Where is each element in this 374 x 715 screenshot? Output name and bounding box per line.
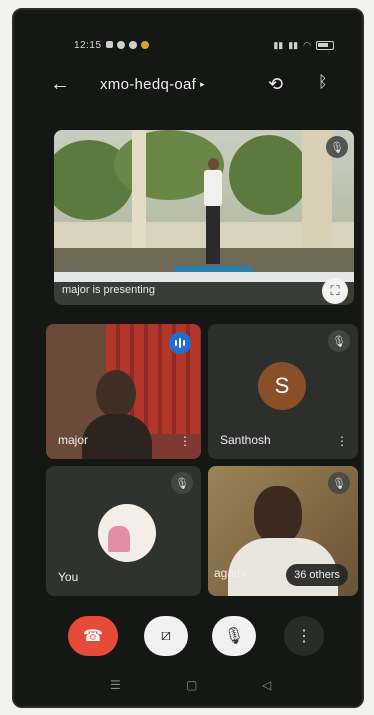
bluetooth-icon[interactable]: ᛒ [318,74,328,92]
video-tree [229,135,309,215]
participant-name: Santhosh [220,433,271,447]
notification-icons [106,41,149,49]
more-vert-icon[interactable]: ⋮ [336,435,348,447]
end-call-button[interactable]: ☎ [68,616,118,656]
meeting-header: ← xmo-hedq-oaf ▸ ⟲ ᛒ [14,72,362,102]
system-nav-bar: ☰ ▢ ◁ [14,678,362,698]
participant-tile-santhosh[interactable]: 🎙 S Santhosh ⋮ [208,324,358,459]
video-person [202,158,224,268]
participant-tile-you[interactable]: 🎙 You [46,466,201,596]
participant-tile-major[interactable]: major ⋮ [46,324,201,459]
status-bar: 12:15 ▮▮ ▮▮ ◠ [14,38,362,56]
video-body [82,414,152,459]
system-icons: ▮▮ ▮▮ ◠ [273,40,334,51]
speaking-indicator-icon [169,332,191,354]
more-vert-icon[interactable]: ⋮ [179,435,191,447]
mic-off-icon: 🎙 [326,136,348,158]
mic-off-icon: 🎙 [328,330,350,352]
wifi-icon: ◠ [303,40,311,50]
others-count-chip[interactable]: 36 others [286,564,348,586]
camera-off-icon: ⧄ [160,627,172,644]
arrow-left-icon[interactable]: ← [50,74,70,94]
meeting-code-text: xmo-hedq-oaf [100,76,197,93]
participant-name: You [58,570,79,584]
notification-icon [106,41,113,48]
participant-tile-others[interactable]: 🎙 agathi 36 others [208,466,358,596]
shared-taskbar [54,272,354,282]
person-torso [204,170,222,206]
presenting-label: major is presenting [62,284,155,296]
meeting-code[interactable]: xmo-hedq-oaf ▸ [100,76,205,93]
participant-name: agathi [214,566,247,580]
shared-screen-video [54,130,354,282]
fullscreen-icon[interactable]: ⛶ [322,278,348,304]
video-pillar [132,130,146,248]
mic-off-icon: 🎙 [171,472,193,494]
back-nav-icon[interactable]: ◁ [262,678,271,692]
video-face [254,486,302,544]
notification-icon [117,41,125,49]
notification-icon [129,41,137,49]
mic-toggle-button[interactable]: 🎙 [212,616,256,656]
mic-off-icon: 🎙 [328,472,350,494]
call-controls: ☎ ⧄ 🎙 ⋮ [14,616,362,658]
person-head [208,158,219,170]
chevron-right-icon: ▸ [200,79,205,89]
person-legs [206,206,220,264]
camera-toggle-button[interactable]: ⧄ [144,616,188,656]
end-call-icon: ☎ [83,628,103,645]
video-face [96,370,136,418]
presentation-tile[interactable]: 🎙 major is presenting ⛶ [54,130,354,305]
status-time: 12:15 [74,40,102,51]
home-icon[interactable]: ▢ [186,678,197,692]
avatar [98,504,156,562]
signal-icon: ▮▮ [273,40,284,50]
more-options-button[interactable]: ⋮ [284,616,324,656]
avatar: S [258,362,306,410]
notification-icon [141,41,149,49]
recent-apps-icon[interactable]: ☰ [110,678,121,692]
phone-screen: 12:15 ▮▮ ▮▮ ◠ ← xmo-hedq-oaf ▸ ⟲ ᛒ 🎙 maj… [12,8,364,708]
battery-icon [316,41,334,50]
switch-camera-icon[interactable]: ⟲ [268,74,283,95]
signal-icon: ▮▮ [288,40,299,50]
participant-name: major [58,433,89,447]
more-vert-icon: ⋮ [296,628,312,645]
mic-off-icon: 🎙 [223,628,245,645]
